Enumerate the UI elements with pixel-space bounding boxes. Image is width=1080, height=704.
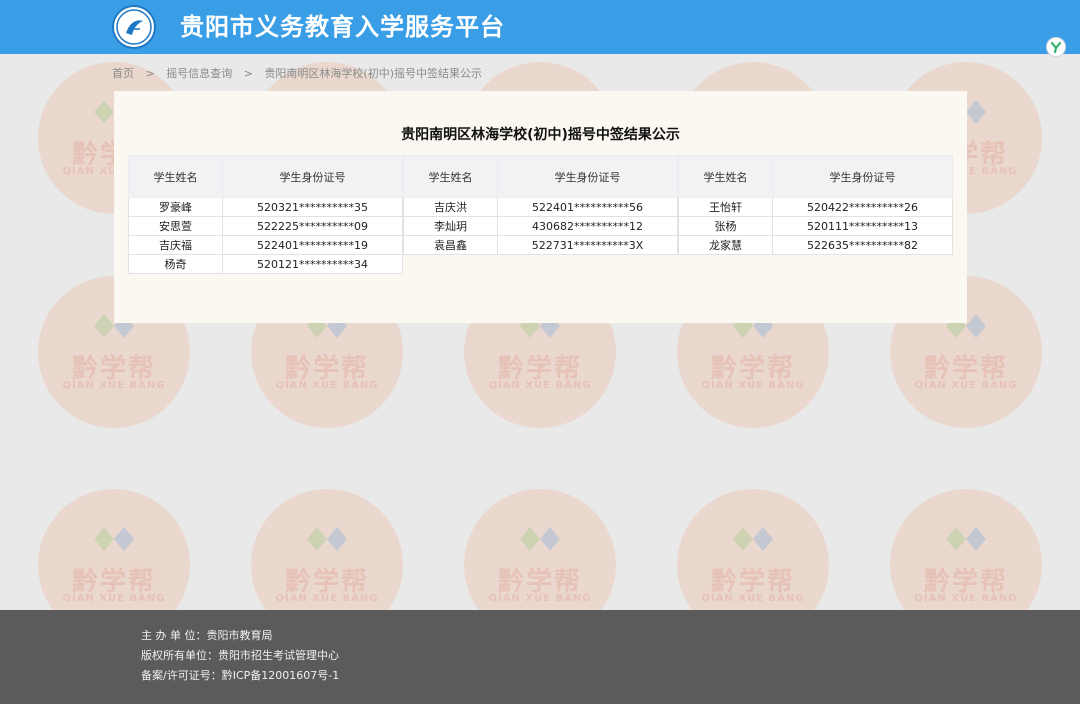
watermark-subtext: QIAN XUE BANG	[701, 593, 805, 604]
column-header-id: 学生身份证号	[497, 155, 678, 198]
column-header-name: 学生姓名	[128, 155, 223, 198]
watermark-text: 黔学帮	[923, 354, 1008, 384]
watermark-logo-icon	[94, 527, 134, 551]
table-row: 吉庆福 522401**********19	[128, 235, 403, 255]
watermark-subtext: QIAN XUE BANG	[701, 380, 805, 391]
watermark-text: 黔学帮	[710, 354, 795, 384]
watermark-text: 黔学帮	[284, 567, 369, 597]
breadcrumb-separator: >	[243, 67, 253, 80]
student-name: 袁昌鑫	[403, 235, 498, 255]
logo-emblem-icon	[116, 9, 152, 45]
student-name: 张杨	[678, 216, 773, 236]
watermark-logo-icon	[520, 527, 560, 551]
table-row: 龙家慧 522635**********82	[678, 235, 953, 255]
watermark-subtext: QIAN XUE BANG	[62, 380, 166, 391]
student-name: 吉庆福	[128, 235, 223, 255]
table-row: 罗豪峰 520321**********35	[128, 197, 403, 217]
breadcrumb-current: 贵阳南明区林海学校(初中)摇号中签结果公示	[264, 67, 483, 80]
student-name: 龙家慧	[678, 235, 773, 255]
watermark-subtext: QIAN XUE BANG	[488, 380, 592, 391]
footer-icp[interactable]: 备案/许可证号：黔ICP备12001607号-1	[141, 668, 339, 684]
column-header-id: 学生身份证号	[772, 155, 953, 198]
site-logo[interactable]	[112, 5, 156, 49]
student-name: 李灿玥	[403, 216, 498, 236]
student-id: 430682**********12	[497, 216, 678, 236]
watermark-text: 黔学帮	[923, 567, 1008, 597]
watermark-subtext: QIAN XUE BANG	[914, 593, 1018, 604]
table-row: 吉庆洪 522401**********56	[403, 197, 678, 217]
student-id: 522401**********19	[222, 235, 403, 255]
page-title: 贵阳南明区林海学校(初中)摇号中签结果公示	[401, 127, 680, 143]
column-header-name: 学生姓名	[403, 155, 498, 198]
watermark-text: 黔学帮	[497, 354, 582, 384]
results-card: 贵阳南明区林海学校(初中)摇号中签结果公示 学生姓名 学生身份证号 罗豪峰 52032…	[114, 91, 967, 323]
table-row: 李灿玥 430682**********12	[403, 216, 678, 236]
site-title: 贵阳市义务教育入学服务平台	[180, 13, 505, 41]
column-header-id: 学生身份证号	[222, 155, 403, 198]
student-name: 吉庆洪	[403, 197, 498, 217]
watermark-subtext: QIAN XUE BANG	[62, 593, 166, 604]
student-id: 522401**********56	[497, 197, 678, 217]
results-tables: 学生姓名 学生身份证号 罗豪峰 520321**********35 安思萱 522225…	[128, 155, 953, 274]
table-header-row: 学生姓名 学生身份证号	[678, 155, 953, 198]
column-header-name: 学生姓名	[678, 155, 773, 198]
site-footer: 主 办 单 位：贵阳市教育局 版权所有单位：贵阳市招生考试管理中心 备案/许可证…	[0, 610, 1080, 704]
footer-copyright: 版权所有单位：贵阳市招生考试管理中心	[141, 649, 339, 662]
watermark-subtext: QIAN XUE BANG	[275, 380, 379, 391]
watermark-logo-icon	[307, 527, 347, 551]
watermark-logo-icon	[946, 527, 986, 551]
table-row: 袁昌鑫 522731**********3X	[403, 235, 678, 255]
breadcrumb-home-link[interactable]: 首页	[112, 67, 134, 80]
watermark-subtext: QIAN XUE BANG	[275, 593, 379, 604]
watermark-subtext: QIAN XUE BANG	[488, 593, 592, 604]
results-table: 学生姓名 学生身份证号 罗豪峰 520321**********35 安思萱 522225…	[128, 155, 403, 274]
breadcrumb-separator: >	[145, 67, 155, 80]
student-id: 522225**********09	[222, 216, 403, 236]
breadcrumb: 首页 > 摇号信息查询 > 贵阳南明区林海学校(初中)摇号中签结果公示	[112, 66, 482, 82]
student-id: 520111**********13	[772, 216, 953, 236]
watermark-text: 黔学帮	[71, 354, 156, 384]
corner-badge[interactable]	[1046, 37, 1066, 57]
table-header-row: 学生姓名 学生身份证号	[403, 155, 678, 198]
table-row: 王怡轩 520422**********26	[678, 197, 953, 217]
footer-organizer: 主 办 单 位：贵阳市教育局	[141, 629, 273, 642]
student-name: 安思萱	[128, 216, 223, 236]
watermark-text: 黔学帮	[71, 567, 156, 597]
table-row: 安思萱 522225**********09	[128, 216, 403, 236]
student-name: 杨奇	[128, 254, 223, 274]
results-table: 学生姓名 学生身份证号 王怡轩 520422**********26 张杨 520111*…	[678, 155, 953, 255]
breadcrumb-query-link[interactable]: 摇号信息查询	[166, 67, 232, 80]
student-id: 522731**********3X	[497, 235, 678, 255]
student-id: 520422**********26	[772, 197, 953, 217]
table-header-row: 学生姓名 学生身份证号	[128, 155, 403, 198]
table-row: 张杨 520111**********13	[678, 216, 953, 236]
student-id: 522635**********82	[772, 235, 953, 255]
site-header: 贵阳市义务教育入学服务平台	[0, 0, 1080, 54]
student-name: 罗豪峰	[128, 197, 223, 217]
watermark-text: 黔学帮	[284, 354, 369, 384]
student-id: 520321**********35	[222, 197, 403, 217]
student-id: 520121**********34	[222, 254, 403, 274]
y-logo-icon	[1050, 41, 1062, 54]
watermark-subtext: QIAN XUE BANG	[914, 380, 1018, 391]
watermark-logo-icon	[733, 527, 773, 551]
results-table: 学生姓名 学生身份证号 吉庆洪 522401**********56 李灿玥 430682…	[403, 155, 678, 255]
student-name: 王怡轩	[678, 197, 773, 217]
table-row: 杨奇 520121**********34	[128, 254, 403, 274]
watermark-text: 黔学帮	[710, 567, 795, 597]
watermark-text: 黔学帮	[497, 567, 582, 597]
